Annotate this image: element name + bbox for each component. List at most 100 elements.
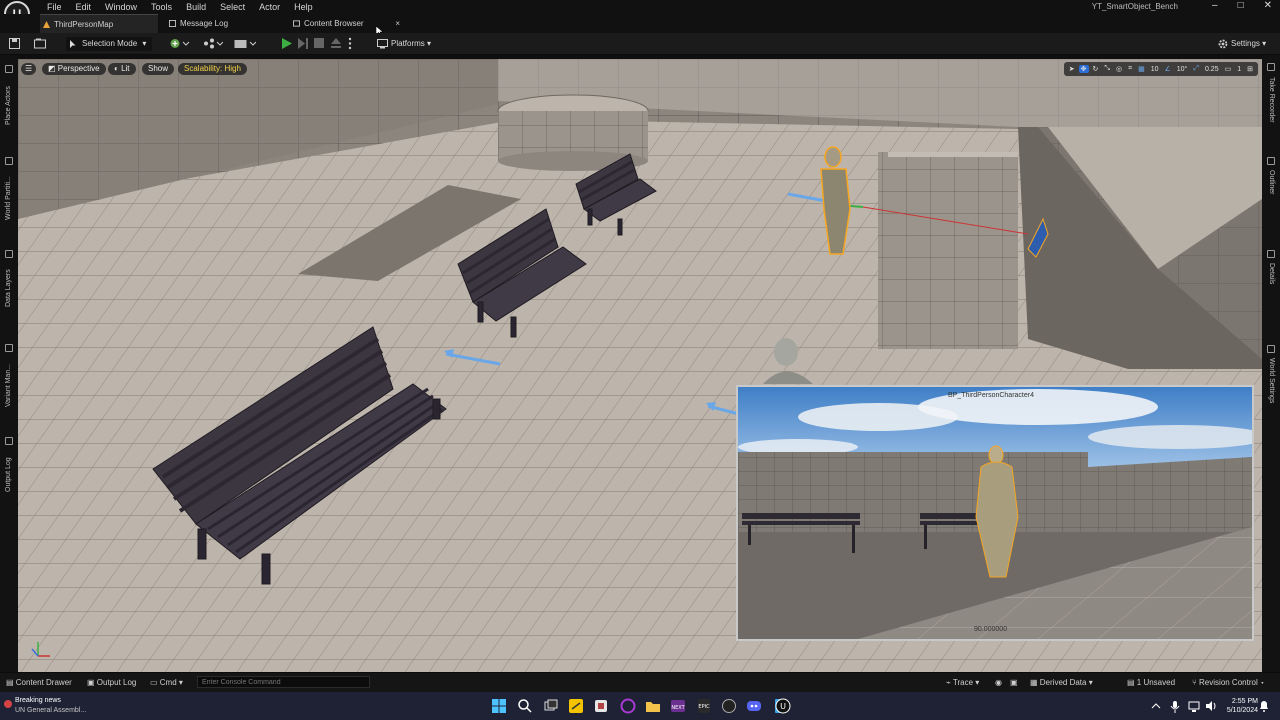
select-tool-icon[interactable]: ➤: [1067, 65, 1077, 73]
discord-icon[interactable]: [746, 698, 762, 714]
scalability-button[interactable]: Scalability: High: [178, 63, 247, 75]
unreal-project-browser-icon[interactable]: [721, 698, 737, 714]
surface-snap-icon[interactable]: ⌗: [1126, 65, 1134, 73]
maximize-viewport-icon[interactable]: ⊞: [1245, 65, 1255, 73]
lit-icon: ◐: [114, 64, 122, 73]
content-icon[interactable]: [34, 38, 46, 49]
unsaved-button[interactable]: ▤ 1 Unsaved: [1127, 677, 1175, 689]
output-log-button[interactable]: ▣ Output Log: [87, 677, 136, 689]
perspective-label: Perspective: [57, 64, 100, 73]
notification-bell-icon[interactable]: [1258, 698, 1270, 714]
maximize-button[interactable]: □: [1238, 0, 1244, 11]
platforms-dropdown[interactable]: Platforms ▾: [377, 37, 431, 51]
advance-frame-icon[interactable]: [298, 38, 308, 49]
settings-label: Settings: [1231, 39, 1260, 48]
left-panel-strip: Place Actors World Partiti... Data Layer…: [0, 55, 18, 672]
menu-select[interactable]: Select: [213, 1, 252, 13]
panel-take-recorder[interactable]: Take Recorder: [1268, 77, 1275, 123]
panel-place-actors[interactable]: Place Actors: [5, 86, 12, 125]
windows-start-icon[interactable]: [491, 698, 507, 714]
eject-icon[interactable]: [331, 38, 341, 48]
browser-icon[interactable]: [620, 698, 636, 714]
rotation-snap-icon[interactable]: ∠: [1162, 65, 1172, 73]
nvidia-next-icon[interactable]: NEXT: [670, 698, 686, 714]
screenshot-icon[interactable]: ▣: [1010, 677, 1018, 689]
show-button[interactable]: Show: [142, 63, 175, 75]
panel-outliner[interactable]: Outliner: [1268, 170, 1275, 195]
menu-help[interactable]: Help: [287, 1, 320, 13]
system-clock[interactable]: 2:55 PM 5/10/2024: [1227, 697, 1258, 715]
save-icon[interactable]: [9, 38, 20, 49]
panel-details[interactable]: Details: [1268, 263, 1275, 284]
grid-snap-value[interactable]: 10: [1149, 66, 1161, 73]
viewport-menu-button[interactable]: ☰: [21, 63, 37, 75]
log-icon: [169, 20, 176, 27]
tab-label: ThirdPersonMap: [54, 20, 114, 29]
revision-control-dropdown[interactable]: ⑂ Revision Control ▾: [1192, 677, 1265, 689]
tab-third-person-map[interactable]: ThirdPersonMap: [40, 14, 158, 33]
news-subtitle[interactable]: UN General Assembl...: [15, 707, 86, 714]
close-window-button[interactable]: ✕: [1264, 0, 1272, 11]
news-title[interactable]: Breaking news: [15, 697, 61, 704]
panel-world-partition[interactable]: World Partiti...: [5, 176, 12, 220]
menu-file[interactable]: File: [40, 1, 69, 13]
app-icon[interactable]: [593, 698, 609, 714]
scalability-label: Scalability: High: [184, 64, 241, 73]
grid-snap-icon[interactable]: ▦: [1136, 65, 1147, 73]
microphone-icon[interactable]: [1170, 698, 1180, 714]
panel-world-settings[interactable]: World Settings: [1268, 358, 1275, 403]
rotate-tool-icon[interactable]: ↻: [1091, 65, 1101, 73]
perspective-button[interactable]: ◩ Perspective: [42, 63, 106, 75]
cmd-dropdown[interactable]: ▭ Cmd ▾: [150, 677, 183, 689]
camera-speed-icon[interactable]: ▭: [1223, 65, 1234, 73]
chevron-up-icon[interactable]: [1151, 698, 1161, 714]
scale-snap-icon[interactable]: ⤢: [1191, 65, 1201, 73]
play-icon[interactable]: [281, 38, 292, 49]
lit-button[interactable]: ◐ Lit: [108, 63, 136, 75]
task-view-icon[interactable]: [543, 698, 559, 714]
world-local-icon[interactable]: ◎: [1114, 65, 1124, 73]
menu-actor[interactable]: Actor: [252, 1, 287, 13]
preview-title: BP_ThirdPersonCharacter4: [948, 392, 1034, 399]
scale-snap-value[interactable]: 0.25: [1203, 66, 1221, 73]
kebab-menu-icon[interactable]: [348, 37, 352, 50]
menu-window[interactable]: Window: [98, 1, 144, 13]
camera-speed-value[interactable]: 1: [1235, 66, 1243, 73]
tab-content-browser[interactable]: Content Browser ×: [290, 14, 404, 33]
blueprint-icon[interactable]: [203, 38, 223, 49]
add-actor-icon[interactable]: [170, 38, 190, 49]
output-log-label: Output Log: [96, 678, 137, 687]
derived-data-dropdown[interactable]: ▦ Derived Data ▾: [1030, 677, 1093, 689]
panel-variant-manager[interactable]: Variant Man...: [5, 364, 12, 407]
panel-data-layers[interactable]: Data Layers: [5, 269, 12, 307]
selection-mode-dropdown[interactable]: Selection Mode ▾: [66, 37, 153, 51]
console-command-input[interactable]: [197, 676, 370, 688]
network-icon[interactable]: [1188, 698, 1200, 714]
stop-icon[interactable]: [314, 38, 324, 48]
volume-icon[interactable]: [1205, 698, 1217, 714]
tab-message-log[interactable]: Message Log: [166, 14, 276, 33]
menu-build[interactable]: Build: [179, 1, 213, 13]
content-drawer-button[interactable]: ▤ Content Drawer: [6, 677, 72, 689]
trace-dropdown[interactable]: ⌁ Trace ▾: [946, 677, 979, 689]
folder-icon[interactable]: [645, 698, 661, 714]
chevron-down-icon: ▾: [1257, 678, 1265, 687]
menu-tools[interactable]: Tools: [144, 1, 179, 13]
tab-close-icon[interactable]: ×: [395, 14, 400, 33]
rotation-snap-value[interactable]: 10°: [1175, 66, 1190, 73]
file-explorer-pinned-icon[interactable]: [568, 698, 584, 714]
unreal-editor-taskbar-icon[interactable]: U: [774, 698, 792, 714]
cinematics-icon[interactable]: [234, 38, 256, 49]
menu-bar: U File Edit Window Tools Build Select Ac…: [0, 0, 1280, 27]
minimize-button[interactable]: –: [1212, 0, 1218, 11]
settings-dropdown[interactable]: Settings ▾: [1218, 37, 1266, 51]
search-icon[interactable]: [517, 698, 533, 714]
translate-tool-icon[interactable]: ✥: [1078, 65, 1089, 73]
camera-preview-window[interactable]: BP_ThirdPersonCharacter4 90.000000: [736, 385, 1254, 641]
panel-output-log[interactable]: Output Log: [5, 457, 12, 492]
epic-games-icon[interactable]: EPIC: [696, 698, 712, 714]
menu-edit[interactable]: Edit: [69, 1, 99, 13]
show-label: Show: [148, 64, 169, 73]
record-icon[interactable]: ◉: [995, 677, 1002, 689]
scale-tool-icon[interactable]: ⤡: [1102, 65, 1112, 73]
